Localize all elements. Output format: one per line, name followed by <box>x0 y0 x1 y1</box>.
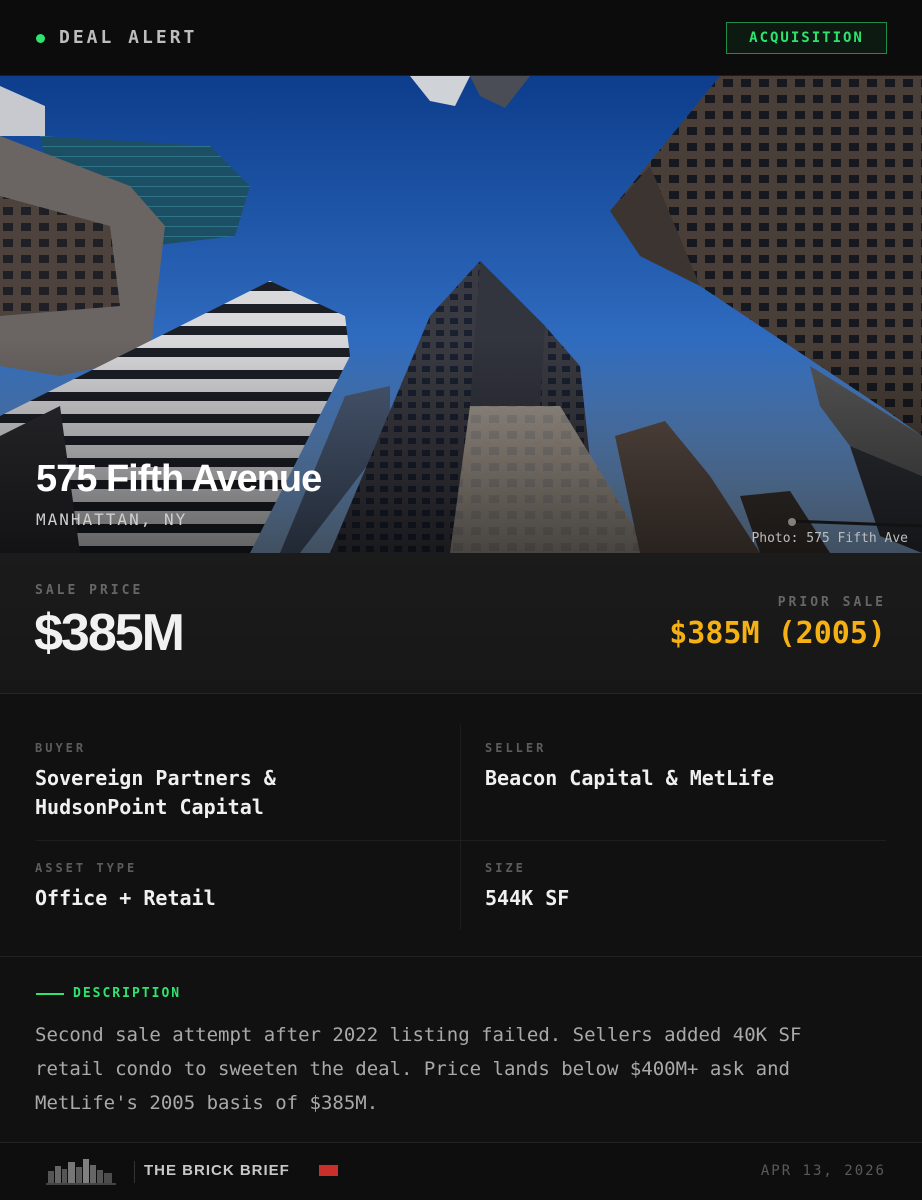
brick-icon <box>319 1165 338 1176</box>
footer-bar: THE BRICK BRIEF APR 13, 2026 <box>0 1142 922 1200</box>
brand-name: THE BRICK BRIEF <box>144 1162 290 1179</box>
seller-cell: SELLER Beacon Capital & MetLife <box>485 741 774 793</box>
description-line-2: retail condo to sweeten the deal. Price … <box>35 1058 790 1080</box>
buyer-value: Sovereign Partners & HudsonPoint Capital <box>35 764 276 822</box>
deal-details-grid: BUYER Sovereign Partners & HudsonPoint C… <box>0 695 922 957</box>
sale-price-label: SALE PRICE <box>35 583 144 598</box>
size-cell: SIZE 544K SF <box>485 861 569 913</box>
description-line-1: Second sale attempt after 2022 listing f… <box>35 1024 802 1046</box>
skyline-logo-icon <box>46 1159 116 1185</box>
header-bar: DEAL ALERT ACQUISITION <box>0 0 922 76</box>
asset-type-label: ASSET TYPE <box>35 861 138 875</box>
property-location: MANHATTAN, NY <box>36 510 188 529</box>
size-label: SIZE <box>485 861 526 875</box>
deal-type-badge: ACQUISITION <box>726 22 887 54</box>
seller-label: SELLER <box>485 741 547 755</box>
footer-divider <box>134 1161 135 1183</box>
description-section: DESCRIPTION Second sale attempt after 20… <box>0 958 922 1142</box>
price-section: SALE PRICE $385M PRIOR SALE $385M (2005) <box>0 553 922 694</box>
buyer-cell: BUYER Sovereign Partners & HudsonPoint C… <box>35 741 276 822</box>
property-title: 575 Fifth Avenue <box>36 458 322 500</box>
buyer-label: BUYER <box>35 741 87 755</box>
hero-photo: 575 Fifth Avenue MANHATTAN, NY Photo: 57… <box>0 76 922 553</box>
buyer-line-1: Sovereign Partners & <box>35 766 276 790</box>
description-label: DESCRIPTION <box>73 986 182 1001</box>
grid-divider-horizontal <box>36 840 886 841</box>
sale-price-value: $385M <box>34 604 185 662</box>
seller-value: Beacon Capital & MetLife <box>485 766 774 790</box>
photo-credit: Photo: 575 Fifth Ave <box>751 531 908 546</box>
accent-line-icon <box>36 992 64 995</box>
alert-title: DEAL ALERT <box>59 27 198 48</box>
asset-type-cell: ASSET TYPE Office + Retail <box>35 861 216 913</box>
grid-divider-vertical <box>460 725 461 930</box>
description-text: Second sale attempt after 2022 listing f… <box>35 1018 895 1120</box>
asset-type-value: Office + Retail <box>35 886 216 910</box>
description-line-3: MetLife's 2005 basis of $385M. <box>35 1092 379 1114</box>
prior-sale-label: PRIOR SALE <box>777 595 886 610</box>
status-dot-icon <box>36 34 45 43</box>
prior-sale-value: $385M (2005) <box>669 616 886 651</box>
description-header: DESCRIPTION <box>36 986 181 1001</box>
size-value: 544K SF <box>485 886 570 910</box>
buyer-line-2: HudsonPoint Capital <box>35 795 264 819</box>
publish-date: APR 13, 2026 <box>760 1163 886 1179</box>
